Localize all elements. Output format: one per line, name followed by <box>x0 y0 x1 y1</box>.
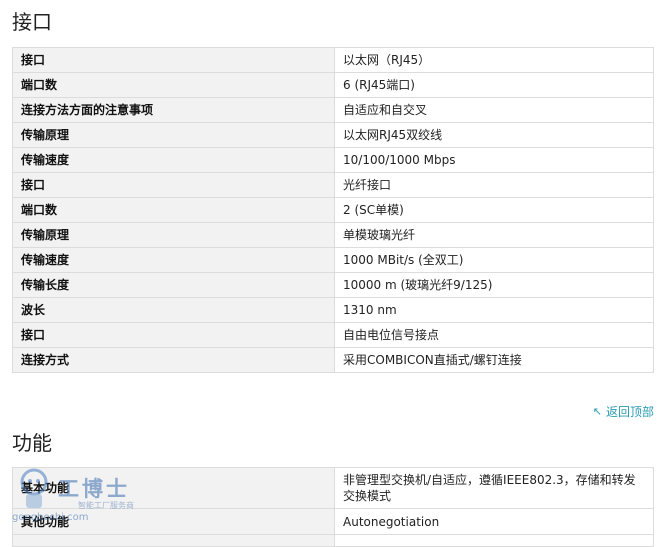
spec-key: 其他功能 <box>12 508 335 535</box>
table-row: 基本功能 非管理型交换机/自适应，遵循IEEE802.3，存储和转发交换模式 <box>12 467 654 509</box>
table-row: 其他功能 Autonegotiation <box>12 508 654 535</box>
table-row: 传输速度 1000 MBit/s (全双工) <box>12 247 654 273</box>
spec-key: 传输长度 <box>12 272 335 298</box>
spec-key: 连接方式 <box>12 347 335 373</box>
spec-value: 单模玻璃光纤 <box>334 222 654 248</box>
spec-key: 波长 <box>12 297 335 323</box>
section-title-function: 功能 <box>12 431 52 455</box>
spec-value: 采用COMBICON直插式/螺钉连接 <box>334 347 654 373</box>
table-row: 传输速度 10/100/1000 Mbps <box>12 147 654 173</box>
spec-key: 端口数 <box>12 197 335 223</box>
spec-key: 端口数 <box>12 72 335 98</box>
table-row: 传输原理 以太网RJ45双绞线 <box>12 122 654 148</box>
table-row: 接口 自由电位信号接点 <box>12 322 654 348</box>
table-row: 传输长度 10000 m (玻璃光纤9/125) <box>12 272 654 298</box>
spec-value: 自适应和自交叉 <box>334 97 654 123</box>
spec-key: 传输速度 <box>12 247 335 273</box>
table-row: 传输原理 单模玻璃光纤 <box>12 222 654 248</box>
function-spec-table: 基本功能 非管理型交换机/自适应，遵循IEEE802.3，存储和转发交换模式 其他… <box>12 467 654 547</box>
back-to-top-label: 返回顶部 <box>605 405 654 419</box>
spec-value: 以太网（RJ45） <box>334 47 654 73</box>
spec-value: 6 (RJ45端口) <box>334 72 654 98</box>
back-to-top-link[interactable]: ↖ 返回顶部 <box>593 403 654 420</box>
spec-key: 传输原理 <box>12 122 335 148</box>
table-row: 连接方式 采用COMBICON直插式/螺钉连接 <box>12 347 654 373</box>
table-row: 接口 以太网（RJ45） <box>12 47 654 73</box>
section-title-interface: 接口 <box>12 10 52 34</box>
spec-value: 自由电位信号接点 <box>334 322 654 348</box>
spec-value: 10000 m (玻璃光纤9/125) <box>334 272 654 298</box>
spec-value: 1310 nm <box>334 297 654 323</box>
spec-value: Autonegotiation <box>334 508 654 535</box>
table-row: 端口数 6 (RJ45端口) <box>12 72 654 98</box>
spec-key: 连接方法方面的注意事项 <box>12 97 335 123</box>
spec-value: 1000 MBit/s (全双工) <box>334 247 654 273</box>
spec-key: 接口 <box>12 172 335 198</box>
table-row: 连接方法方面的注意事项 自适应和自交叉 <box>12 97 654 123</box>
spec-value: 2 (SC单模) <box>334 197 654 223</box>
spec-key: 传输原理 <box>12 222 335 248</box>
spec-key: 基本功能 <box>12 467 335 509</box>
spec-value: 非管理型交换机/自适应，遵循IEEE802.3，存储和转发交换模式 <box>334 467 654 509</box>
spec-key: 接口 <box>12 322 335 348</box>
table-row: 端口数 2 (SC单模) <box>12 197 654 223</box>
table-row: 波长 1310 nm <box>12 297 654 323</box>
interface-spec-table: 接口 以太网（RJ45） 端口数 6 (RJ45端口) 连接方法方面的注意事项 自适应… <box>12 47 654 373</box>
table-row: 接口 光纤接口 <box>12 172 654 198</box>
spec-value: 10/100/1000 Mbps <box>334 147 654 173</box>
up-arrow-icon: ↖ <box>592 405 602 418</box>
spec-key: 接口 <box>12 47 335 73</box>
spec-value: 光纤接口 <box>334 172 654 198</box>
spec-value: 以太网RJ45双绞线 <box>334 122 654 148</box>
spec-key: 传输速度 <box>12 147 335 173</box>
